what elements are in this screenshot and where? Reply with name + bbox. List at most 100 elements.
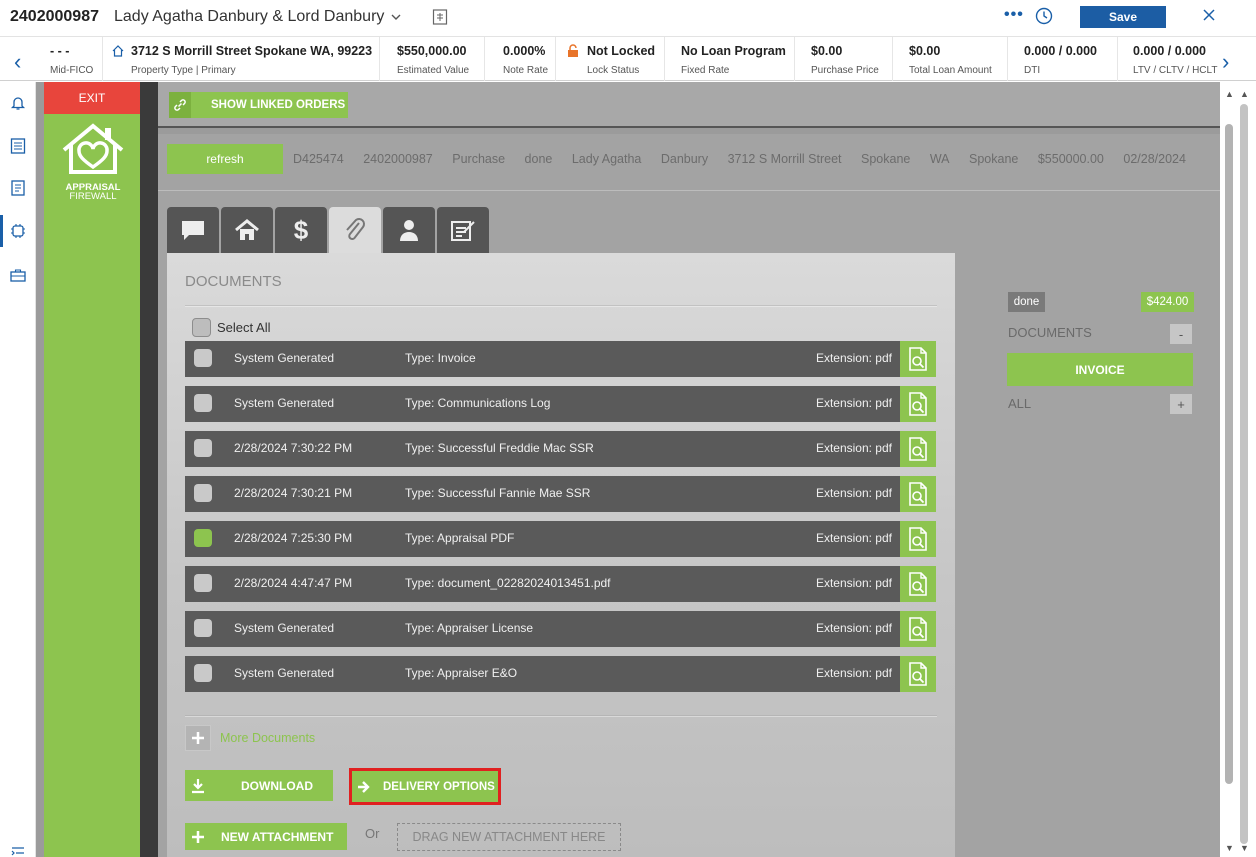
tab-documents[interactable] [329,207,381,253]
house-icon [235,219,259,240]
view-document-icon[interactable] [900,341,936,377]
document-checkbox[interactable] [194,619,212,637]
outer-scrollbar-thumb[interactable] [1240,104,1248,844]
document-checkbox[interactable] [194,394,212,412]
scroll-up-icon[interactable]: ▲ [1225,89,1234,99]
chip-icon[interactable] [9,222,27,240]
notes-icon[interactable] [432,8,448,26]
paperclip-icon [346,218,365,240]
plus-icon [185,823,211,850]
show-linked-orders-button[interactable]: SHOW LINKED ORDERS [169,92,348,118]
appraisal-firewall-logo: APPRAISAL FIREWALL [58,122,128,201]
view-document-icon[interactable] [900,521,936,557]
download-icon [185,770,211,801]
refresh-button[interactable]: refresh [167,144,283,174]
view-document-icon[interactable] [900,611,936,647]
documents-title: DOCUMENTS [185,273,282,290]
collapse-documents-button[interactable]: - [1170,324,1192,344]
notepad-icon [451,221,475,241]
next-arrow-icon[interactable]: › [1222,49,1229,75]
attachment-drop-zone[interactable]: DRAG NEW ATTACHMENT HERE [397,823,621,851]
document-checkbox[interactable] [194,349,212,367]
lock-icon [568,44,578,57]
scroll-down-icon[interactable]: ▼ [1225,843,1234,853]
list-icon[interactable] [9,137,27,155]
document-row[interactable]: 2/28/2024 4:47:47 PM Type: document_0228… [185,566,936,602]
close-icon[interactable] [1201,7,1217,23]
amount-badge: $424.00 [1141,292,1194,312]
download-button[interactable]: DOWNLOAD [185,770,333,801]
document-row[interactable]: System Generated Type: Appraiser E&O Ext… [185,656,936,692]
tab-contacts[interactable] [383,207,435,253]
bell-icon[interactable] [9,94,27,112]
side-documents-label: DOCUMENTS [1008,325,1092,340]
tab-billing[interactable]: $ [275,207,327,253]
document-row[interactable]: 2/28/2024 7:25:30 PM Type: Appraisal PDF… [185,521,936,557]
chat-icon [182,221,204,240]
tab-messages[interactable] [167,207,219,253]
plus-icon [185,725,211,751]
ltv-cell: 0.000 / 0.000 LTV / CLTV / HCLT [1133,44,1218,76]
view-document-icon[interactable] [900,386,936,422]
scroll-down-icon[interactable]: ▼ [1240,843,1249,853]
user-icon [400,220,418,241]
chevron-down-icon[interactable] [389,10,403,24]
tab-notes[interactable] [437,207,489,253]
view-document-icon[interactable] [900,431,936,467]
linked-orders-panel: SHOW LINKED ORDERS [158,82,1220,128]
total-loan-cell: $0.00 Total Loan Amount [893,37,1008,81]
more-options-icon[interactable]: ••• [1004,6,1024,24]
document-checkbox[interactable] [194,664,212,682]
document-icon[interactable] [9,179,27,197]
dti-cell: 0.000 / 0.000 DTI [1008,37,1118,81]
document-checkbox[interactable] [194,439,212,457]
invoice-button[interactable]: INVOICE [1007,353,1193,386]
briefcase-icon[interactable] [9,266,27,284]
fico-cell: - - - Mid-FICO [38,37,103,81]
active-indicator [0,215,3,247]
loan-number: 2402000987 [10,8,99,25]
expand-all-button[interactable]: + [1170,394,1192,414]
document-row[interactable]: System Generated Type: Appraiser License… [185,611,936,647]
tab-property[interactable] [221,207,273,253]
exit-button[interactable]: EXIT [44,82,140,114]
prev-arrow-icon[interactable]: ‹ [14,49,21,75]
document-row[interactable]: 2/28/2024 7:30:21 PM Type: Successful Fa… [185,476,936,512]
more-documents-link[interactable]: More Documents [185,725,315,751]
note-rate-cell: 0.000% Note Rate [485,37,556,81]
inner-scrollbar-thumb[interactable] [1225,124,1233,784]
order-divider [158,190,1220,191]
document-row[interactable]: 2/28/2024 7:30:22 PM Type: Successful Fr… [185,431,936,467]
status-badge: done [1008,292,1045,312]
order-panel: refresh D425474 2402000987 Purchase done… [158,134,1220,857]
view-document-icon[interactable] [900,656,936,692]
arrow-right-icon [351,771,377,802]
order-summary: D425474 2402000987 Purchase done Lady Ag… [293,152,1186,166]
order-tabs: $ [167,207,491,253]
document-row[interactable]: System Generated Type: Invoice Extension… [185,341,936,377]
loan-program-cell: No Loan Program Fixed Rate [665,37,795,81]
document-checkbox[interactable] [194,574,212,592]
delivery-options-button[interactable]: DELIVERY OPTIONS [349,768,501,805]
estimated-value-cell: $550,000.00 Estimated Value [380,37,485,81]
document-checkbox[interactable] [194,484,212,502]
lock-status-cell: Not Locked Lock Status [556,37,665,81]
documents-panel: DOCUMENTS Select All System Generated Ty… [167,253,955,857]
select-all[interactable]: Select All [192,318,270,337]
select-all-checkbox[interactable] [192,318,211,337]
left-rail [0,82,36,857]
side-all-label: ALL [1008,396,1032,411]
borrower-name[interactable]: Lady Agatha Danbury & Lord Danbury [114,8,384,26]
save-button[interactable]: Save [1080,6,1166,28]
new-attachment-button[interactable]: NEW ATTACHMENT [185,823,347,850]
expand-menu-icon[interactable] [9,844,27,857]
document-row[interactable]: System Generated Type: Communications Lo… [185,386,936,422]
history-clock-icon[interactable] [1035,7,1053,25]
or-label: Or [365,826,380,841]
view-document-icon[interactable] [900,476,936,512]
documents-bottom-divider [185,715,937,717]
view-document-icon[interactable] [900,566,936,602]
document-checkbox-checked[interactable] [194,529,212,547]
property-cell[interactable]: 3712 S Morrill Street Spokane WA, 99223 … [103,37,380,81]
scroll-up-icon[interactable]: ▲ [1240,89,1249,99]
